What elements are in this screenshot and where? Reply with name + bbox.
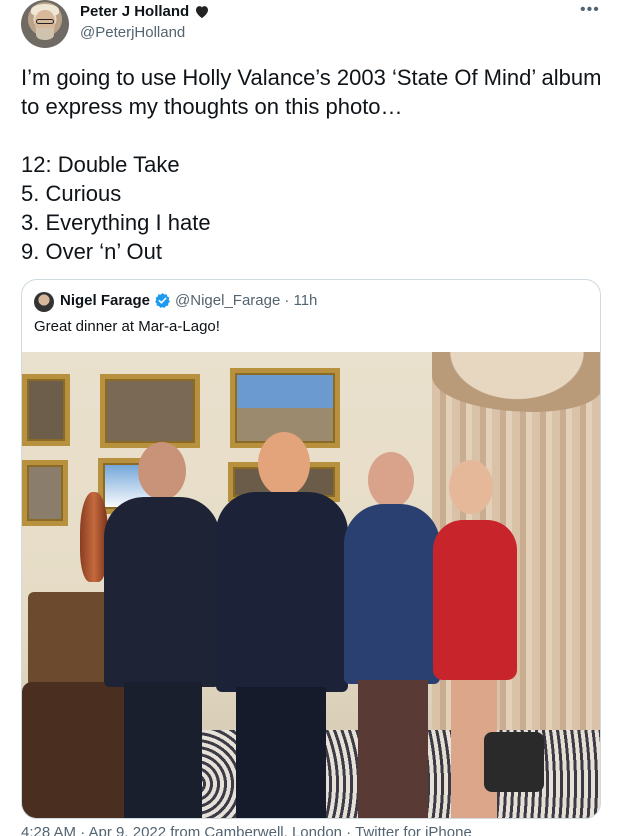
more-icon[interactable]: ••• — [580, 2, 600, 18]
verified-icon — [155, 293, 170, 308]
tweet-text: I’m going to use Holly Valance’s 2003 ‘S… — [21, 65, 602, 264]
person-2 — [212, 432, 352, 818]
tweet-meta[interactable]: 4:28 AM · Apr 9, 2022 from Camberwell, L… — [21, 824, 472, 836]
quoted-text: Great dinner at Mar-a-Lago! — [34, 318, 220, 335]
quoted-avatar[interactable] — [34, 292, 54, 312]
tweet: Peter J Holland @PeterjHolland ••• I’m g… — [0, 0, 634, 836]
author-handle[interactable]: @PeterjHolland — [80, 24, 185, 41]
handbag — [484, 732, 544, 792]
quoted-display-name[interactable]: Nigel Farage — [60, 292, 150, 309]
quoted-handle[interactable]: @Nigel_Farage — [175, 292, 280, 309]
quoted-tweet[interactable]: Nigel Farage @Nigel_Farage · 11h Great d… — [21, 279, 601, 819]
painting-frame — [100, 374, 200, 448]
author-name-row: Peter J Holland — [80, 3, 210, 20]
painting-frame — [22, 460, 68, 526]
person-1 — [102, 442, 222, 818]
quoted-name-row: Nigel Farage @Nigel_Farage · 11h — [60, 292, 317, 309]
painting-frame — [22, 374, 70, 446]
quoted-age[interactable]: · 11h — [284, 292, 317, 309]
author-display-name[interactable]: Peter J Holland — [80, 3, 189, 20]
heart-icon — [196, 6, 209, 19]
quoted-photo[interactable] — [22, 352, 600, 818]
author-avatar[interactable] — [21, 0, 69, 48]
